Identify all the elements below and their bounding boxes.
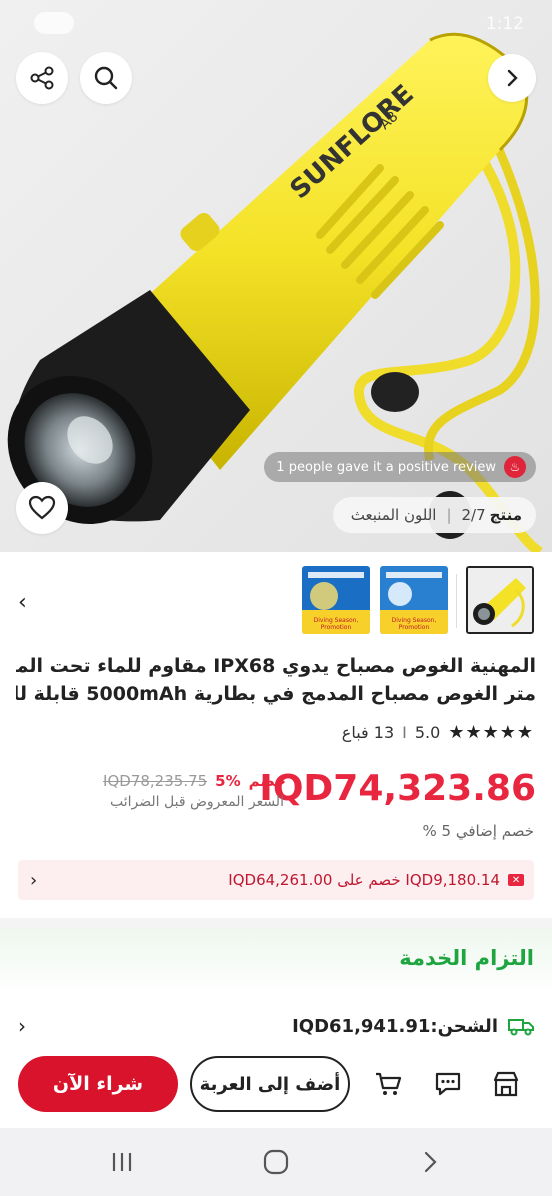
sold-count: 13 فباع — [341, 723, 395, 742]
svg-text:Promotion: Promotion — [399, 624, 430, 631]
variant-count: 2/7 — [461, 506, 486, 524]
chevron-left-icon: ‹ — [18, 1014, 26, 1038]
review-text: 1 people gave it a positive review — [276, 459, 496, 475]
status-pill-icon — [34, 12, 74, 34]
home-icon — [263, 1149, 289, 1175]
cart-button[interactable] — [372, 1068, 404, 1100]
service-title: التزام الخدمة — [399, 946, 534, 970]
system-back-button[interactable] — [416, 1148, 444, 1176]
svg-text:Diving Season,: Diving Season, — [392, 617, 437, 624]
variant-label: اللون المنبعث — [350, 506, 437, 524]
buy-now-button[interactable]: شراء الآن — [18, 1056, 178, 1112]
thumbnail-2[interactable]: Diving Season, Promotion — [380, 566, 448, 634]
coupon-banner[interactable]: ✕ IQD64,261.00 خصم على IQD9,180.14 ‹ — [18, 860, 534, 900]
variant-selector[interactable]: منتج 2/7 | اللون المنبعث — [332, 497, 536, 533]
bottom-action-bar: شراء الآن أضف إلى العربة — [0, 1048, 552, 1124]
system-nav-bar — [0, 1128, 552, 1196]
heart-icon — [28, 495, 56, 520]
rating-divider: I — [402, 723, 407, 742]
rating-value: 5.0 — [414, 723, 441, 742]
thumbnail-image — [468, 568, 532, 632]
cart-icon — [376, 1072, 402, 1095]
chevron-left-icon: ‹ — [30, 869, 38, 891]
current-price: IQD74,323.86 — [259, 768, 536, 809]
chevron-right-icon — [424, 1151, 437, 1173]
chat-button[interactable] — [432, 1068, 464, 1100]
extra-discount: خصم إضافي 5 % — [422, 822, 534, 840]
thumbnail-image: Diving Season, Promotion — [380, 566, 448, 634]
star-rating-icon: ★★★★★ — [448, 722, 534, 743]
coupon-text: IQD64,261.00 خصم على IQD9,180.14 — [228, 871, 500, 889]
shipping-row[interactable]: الشحن:IQD61,941.91 ‹ — [18, 1010, 534, 1042]
service-section[interactable]: التزام الخدمة — [0, 928, 552, 996]
section-divider — [0, 918, 552, 928]
share-button[interactable] — [16, 52, 68, 104]
fire-icon: ♨ — [504, 456, 526, 478]
product-image-gallery[interactable]: SUNFLORE A8 1:12 1 people gave it a posi… — [0, 0, 552, 552]
thumbnail-scroll-left[interactable]: ‹ — [18, 590, 27, 615]
chevron-right-icon — [507, 69, 518, 87]
coupon-tag-icon: ✕ — [508, 874, 524, 886]
shipping-info: الشحن:IQD61,941.91 — [292, 1016, 534, 1037]
recent-apps-button[interactable] — [108, 1148, 136, 1176]
wishlist-button[interactable] — [16, 482, 68, 534]
coupon-text-group: ✕ IQD64,261.00 خصم على IQD9,180.14 — [228, 871, 524, 889]
svg-text:Diving Season,: Diving Season, — [314, 617, 359, 624]
status-time: 1:12 — [485, 14, 524, 34]
positive-review-badge: 1 people gave it a positive review ♨ — [264, 452, 536, 482]
svg-text:Promotion: Promotion — [321, 624, 352, 631]
variant-unit: منتج — [489, 506, 522, 524]
truck-icon — [508, 1019, 534, 1036]
search-icon — [94, 66, 118, 90]
status-bar: 1:12 — [0, 0, 552, 44]
share-icon — [30, 66, 54, 90]
discount-row: خصم 5% IQD78,235.75 — [100, 770, 286, 792]
recent-apps-icon — [112, 1153, 132, 1171]
status-icons — [34, 12, 74, 34]
discount-percent: 5% — [215, 772, 241, 790]
home-button[interactable] — [262, 1148, 290, 1176]
search-button[interactable] — [80, 52, 132, 104]
old-price: IQD78,235.75 — [103, 772, 208, 790]
thumbnail-divider — [456, 574, 457, 628]
store-icon — [493, 1071, 519, 1097]
store-button[interactable] — [490, 1068, 522, 1100]
thumbnail-strip: ‹ Diving Season, Promotion Diving Season… — [0, 566, 552, 638]
variant-divider: | — [446, 506, 452, 524]
shipping-label: الشحن:IQD61,941.91 — [292, 1015, 498, 1037]
discount-label: خصم — [248, 772, 286, 790]
product-title-line2: متر الغوص مصباح المدمج في بطارية 5000mAh… — [16, 683, 536, 705]
product-title-line1: المهنية الغوص مصباح يدوي IPX68 مقاوم للم… — [16, 655, 536, 677]
thumbnail-1[interactable] — [466, 566, 534, 634]
chat-icon — [435, 1072, 461, 1096]
thumbnail-3[interactable]: Diving Season, Promotion — [302, 566, 370, 634]
rating-row[interactable]: ★★★★★ 5.0 I 13 فباع — [342, 722, 534, 743]
thumbnail-image: Diving Season, Promotion — [302, 566, 370, 634]
back-button[interactable] — [488, 54, 536, 102]
product-title: المهنية الغوص مصباح يدوي IPX68 مقاوم للم… — [16, 652, 536, 708]
add-to-cart-button[interactable]: أضف إلى العربة — [190, 1056, 350, 1112]
price-note: السعر المعروض قبل الضرائب — [110, 794, 284, 810]
